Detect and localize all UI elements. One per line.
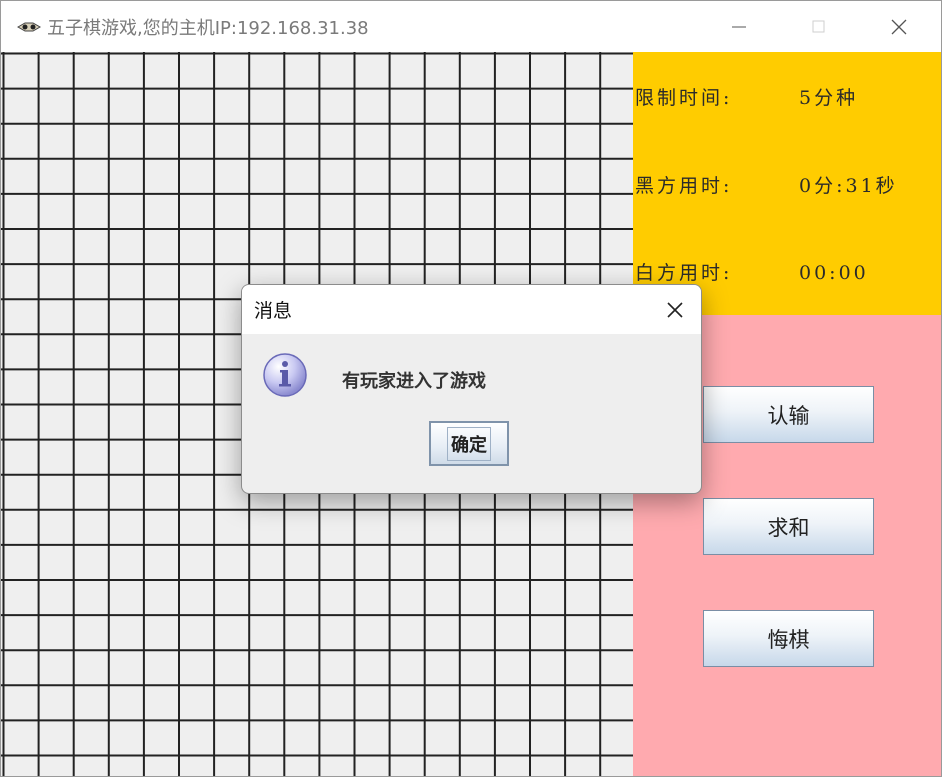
white-time-value: 00:00	[799, 262, 869, 284]
window-title: 五子棋游戏,您的主机IP:192.168.31.38	[47, 18, 369, 39]
info-panel: 限制时间: 5分种 黑方用时: 0分:31秒 白方用时: 00:00	[633, 52, 941, 315]
black-time-label: 黑方用时:	[635, 175, 733, 197]
draw-button[interactable]: 求和	[703, 498, 874, 555]
message-dialog: 消息 有玩家进入了游戏 确定	[241, 284, 702, 494]
minimize-button[interactable]	[699, 1, 779, 52]
app-icon	[17, 22, 41, 32]
title-bar[interactable]: 五子棋游戏,您的主机IP:192.168.31.38	[1, 1, 941, 52]
white-time-label: 白方用时:	[635, 262, 733, 284]
dialog-close-icon[interactable]	[662, 297, 688, 323]
time-limit-value: 5分种	[799, 87, 859, 109]
ok-button[interactable]: 确定	[429, 421, 509, 466]
time-limit-row: 限制时间: 5分种	[635, 83, 858, 110]
black-time-row: 黑方用时: 0分:31秒	[635, 171, 898, 198]
close-icon	[891, 19, 907, 34]
info-icon	[263, 353, 307, 397]
resign-button[interactable]: 认输	[703, 386, 874, 443]
white-time-row: 白方用时: 00:00	[635, 258, 869, 285]
minimize-icon	[732, 26, 746, 27]
black-time-value: 0分:31秒	[799, 175, 898, 197]
dialog-title: 消息	[254, 300, 293, 322]
maximize-button[interactable]	[779, 1, 859, 52]
ok-button-label: 确定	[447, 426, 491, 461]
dialog-title-bar[interactable]: 消息	[242, 285, 701, 334]
close-button[interactable]	[859, 1, 939, 52]
time-limit-label: 限制时间:	[635, 87, 733, 109]
maximize-icon	[812, 20, 825, 32]
undo-button[interactable]: 悔棋	[703, 610, 874, 667]
dialog-message: 有玩家进入了游戏	[342, 371, 486, 392]
